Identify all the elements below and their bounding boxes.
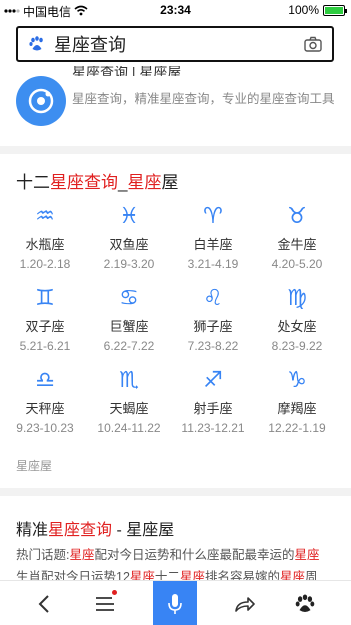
voice-search-button[interactable] — [153, 581, 197, 625]
zodiac-name: 天蝎座 — [109, 401, 149, 416]
result-title-highlight: 星座查询 — [48, 522, 113, 539]
zodiac-name: 白羊座 — [193, 237, 233, 252]
zodiac-name: 巨蟹座 — [109, 319, 149, 334]
zodiac-sign-sagittarius-icon: ♐ — [203, 368, 223, 393]
desc-text: 热门话题: — [16, 548, 70, 562]
zodiac-sign-taurus-icon: ♉ — [287, 204, 307, 229]
zodiac-card: 十二星座查询_星座屋 ♒ 水瓶座 1.20-2.18 ♓ 双鱼座 2.19-3.20 ♈ 白羊… — [0, 154, 351, 488]
zodiac-date-range: 3.21-4.19 — [187, 257, 239, 271]
battery-icon — [323, 4, 347, 16]
baidu-paw-icon — [294, 593, 316, 615]
menu-button[interactable] — [85, 581, 125, 625]
zodiac-date-range: 10.24-11.22 — [97, 421, 161, 435]
zodiac-item[interactable]: ♋ 巨蟹座 6.22-7.22 — [89, 286, 169, 353]
bottom-toolbar — [0, 580, 351, 625]
snippet-description: 星座查询，精准星座查询，专业的星座查询工具 — [72, 92, 335, 106]
card-source[interactable]: 星座屋 — [16, 457, 52, 474]
search-results-page: 中国电信 23:34 100% 星座查询 星座查询 | 星座屋 星座查询，精准星… — [0, 0, 351, 625]
notification-dot — [112, 590, 117, 595]
zodiac-date-range: 11.23-12.21 — [181, 421, 245, 435]
zodiac-date-range: 6.22-7.22 — [103, 339, 155, 353]
zodiac-name: 狮子座 — [193, 319, 233, 334]
card-title-highlight-1: 星座查询 — [50, 173, 118, 192]
back-button[interactable] — [24, 581, 64, 625]
zodiac-date-range: 7.23-8.22 — [187, 339, 239, 353]
zodiac-date-range: 9.23-10.23 — [16, 421, 74, 435]
microphone-icon — [168, 593, 182, 615]
zodiac-sign-libra-icon: ♎ — [35, 368, 55, 393]
battery-fill — [325, 6, 343, 14]
zodiac-item[interactable]: ♐ 射手座 11.23-12.21 — [173, 368, 253, 435]
status-bar: 中国电信 23:34 100% — [0, 0, 351, 20]
result-title-prefix: 精准 — [16, 522, 49, 539]
card-title[interactable]: 十二星座查询_星座屋 — [16, 168, 178, 193]
battery-percent: 100% — [288, 3, 319, 17]
zodiac-sign-scorpio-icon: ♏ — [119, 368, 139, 393]
zodiac-date-range: 5.21-6.21 — [19, 339, 71, 353]
zodiac-item[interactable]: ♏ 天蝎座 10.24-11.22 — [89, 368, 169, 435]
menu-icon — [95, 596, 115, 612]
zodiac-item[interactable]: ♊ 双子座 5.21-6.21 — [5, 286, 85, 353]
result-title[interactable]: 精准星座查询 - 星座屋 — [16, 516, 174, 540]
zodiac-sign-leo-icon: ♌ — [203, 286, 223, 311]
search-box[interactable]: 星座查询 — [16, 26, 334, 62]
snippet-title[interactable]: 星座查询 | 星座屋 — [72, 66, 181, 76]
card-title-highlight-2: 星座 — [127, 173, 162, 192]
zodiac-sign-cancer-icon: ♋ — [119, 286, 139, 311]
desc-text: 配对今日运势和什么座最配最幸运的 — [94, 548, 295, 562]
zodiac-sign-virgo-icon: ♍ — [287, 286, 307, 311]
camera-icon[interactable] — [304, 36, 322, 52]
zodiac-sign-aquarius-icon: ♒ — [35, 204, 55, 229]
zodiac-date-range: 2.19-3.20 — [103, 257, 155, 271]
zodiac-date-range: 1.20-2.18 — [19, 257, 71, 271]
share-icon — [234, 595, 256, 613]
card-title-prefix: 十二 — [16, 173, 50, 192]
card-title-suffix: 屋 — [161, 173, 179, 192]
zodiac-name: 摩羯座 — [277, 401, 317, 416]
status-right: 100% — [288, 3, 347, 17]
zodiac-name: 处女座 — [277, 319, 317, 334]
section-divider — [0, 488, 351, 496]
zodiac-name: 天秤座 — [25, 401, 65, 416]
zodiac-sign-aries-icon: ♈ — [203, 204, 223, 229]
zodiac-sign-gemini-icon: ♊ — [35, 286, 55, 311]
zodiac-item[interactable]: ♌ 狮子座 7.23-8.22 — [173, 286, 253, 353]
zodiac-item[interactable]: ♑ 摩羯座 12.22-1.19 — [257, 368, 337, 435]
zodiac-date-range: 12.22-1.19 — [268, 421, 326, 435]
zodiac-item[interactable]: ♓ 双鱼座 2.19-3.20 — [89, 204, 169, 271]
zodiac-item[interactable]: ♉ 金牛座 4.20-5.20 — [257, 204, 337, 271]
app-logo-icon — [16, 76, 66, 126]
search-query-text[interactable]: 星座查询 — [54, 31, 304, 57]
zodiac-item[interactable]: ♍ 处女座 8.23-9.22 — [257, 286, 337, 353]
zodiac-name: 双子座 — [25, 319, 65, 334]
result-title-suffix: - 星座屋 — [112, 522, 175, 539]
zodiac-item[interactable]: ♈ 白羊座 3.21-4.19 — [173, 204, 253, 271]
desc-highlight: 星座 — [294, 548, 320, 562]
zodiac-date-range: 4.20-5.20 — [271, 257, 323, 271]
back-icon — [37, 594, 51, 614]
zodiac-name: 双鱼座 — [109, 237, 149, 252]
zodiac-date-range: 8.23-9.22 — [271, 339, 323, 353]
zodiac-sign-capricorn-icon: ♑ — [287, 368, 307, 393]
zodiac-sign-pisces-icon: ♓ — [119, 204, 139, 229]
section-divider — [0, 146, 351, 154]
zodiac-item[interactable]: ♒ 水瓶座 1.20-2.18 — [5, 204, 85, 271]
desc-highlight: 星座 — [69, 548, 95, 562]
zodiac-name: 射手座 — [193, 401, 233, 416]
zodiac-item[interactable]: ♎ 天秤座 9.23-10.23 — [5, 368, 85, 435]
baidu-home-button[interactable] — [285, 581, 325, 625]
zodiac-name: 水瓶座 — [25, 237, 65, 252]
zodiac-name: 金牛座 — [277, 237, 317, 252]
share-button[interactable] — [225, 581, 265, 625]
result-snippet[interactable]: 星座查询 | 星座屋 星座查询，精准星座查询，专业的星座查询工具 — [0, 66, 351, 146]
result-item[interactable]: 精准星座查询 - 星座屋 热门话题:星座配对今日运势和什么座最配最幸运的星座 生… — [0, 502, 351, 584]
baidu-paw-icon — [28, 35, 46, 53]
